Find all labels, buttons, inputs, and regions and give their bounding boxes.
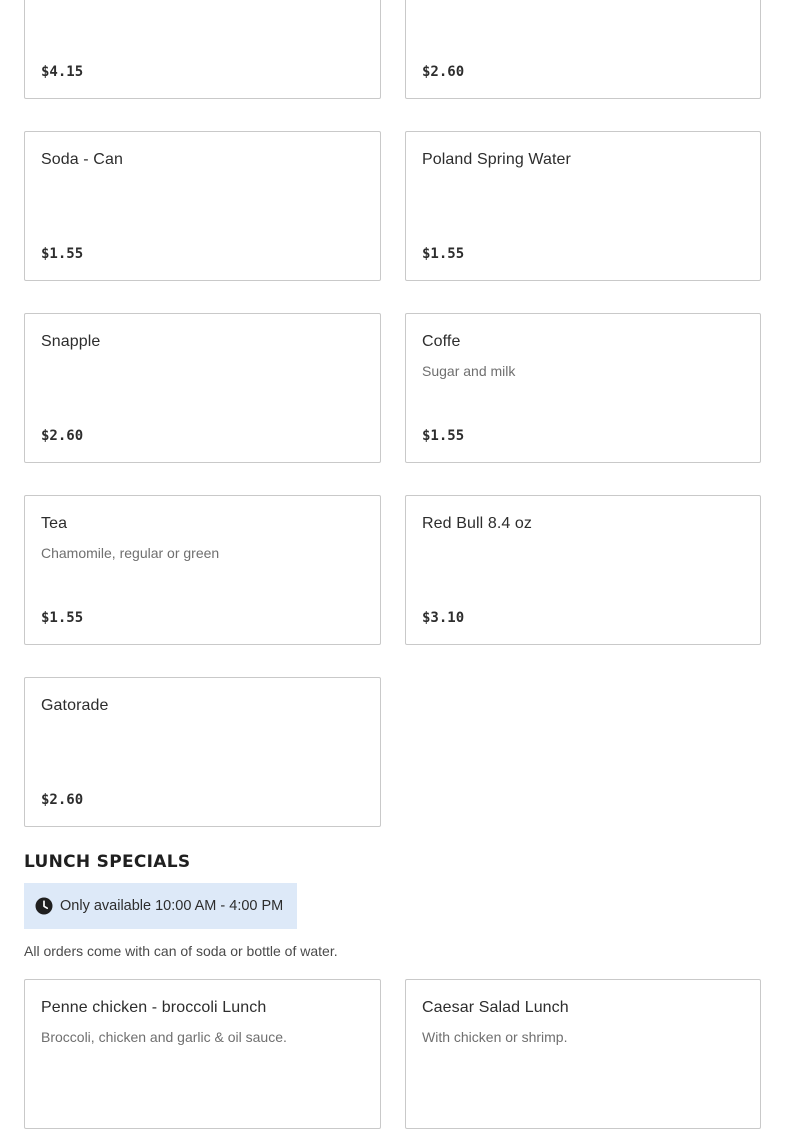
menu-item-card[interactable]: $2.60 [405, 0, 761, 99]
menu-item-card[interactable]: Coffe Sugar and milk $1.55 [405, 313, 761, 463]
availability-banner: Only available 10:00 AM - 4:00 PM [24, 883, 297, 929]
menu-item-description: With chicken or shrimp. [422, 1029, 568, 1045]
menu-item-name: Penne chicken - broccoli Lunch [41, 999, 267, 1016]
menu-item-name: Tea [41, 515, 68, 532]
menu-item-card[interactable]: Gatorade $2.60 [24, 677, 381, 827]
menu-item-name: Coffe [422, 333, 461, 350]
menu-item-name: Soda - Can [41, 151, 123, 168]
menu-item-price: $4.15 [41, 64, 84, 80]
menu-item-name: Gatorade [41, 697, 109, 714]
menu-item-price: $2.60 [422, 64, 465, 80]
menu-item-card[interactable]: Penne chicken - broccoli Lunch Broccoli,… [24, 979, 381, 1129]
menu-item-card[interactable]: Soda - Can $1.55 [24, 131, 381, 281]
availability-text: Only available 10:00 AM - 4:00 PM [60, 898, 284, 914]
menu-item-price: $1.55 [41, 246, 84, 262]
menu-item-price: $1.55 [41, 610, 84, 626]
menu-item-name: Poland Spring Water [422, 151, 571, 168]
menu-item-description: Broccoli, chicken and garlic & oil sauce… [41, 1029, 287, 1045]
menu-item-name: Red Bull 8.4 oz [422, 515, 533, 532]
section-note: All orders come with can of soda or bott… [24, 943, 338, 959]
menu-item-card[interactable]: Red Bull 8.4 oz $3.10 [405, 495, 761, 645]
menu-item-price: $2.60 [41, 428, 84, 444]
clock-icon [35, 897, 53, 915]
menu-item-price: $1.55 [422, 246, 465, 262]
menu-item-card[interactable]: Tea Chamomile, regular or green $1.55 [24, 495, 381, 645]
menu-item-price: $3.10 [422, 610, 465, 626]
menu-item-card[interactable]: Poland Spring Water $1.55 [405, 131, 761, 281]
drinks-menu-grid: $4.15 $2.60 Soda - Can $1.55 Poland Spri… [24, 0, 761, 827]
menu-item-price: $2.60 [41, 792, 84, 808]
menu-item-card[interactable]: $4.15 [24, 0, 381, 99]
menu-item-price: $1.55 [422, 428, 465, 444]
menu-item-description: Chamomile, regular or green [41, 545, 220, 561]
menu-item-description: Sugar and milk [422, 363, 516, 379]
menu-item-card[interactable]: Snapple $2.60 [24, 313, 381, 463]
menu-item-name: Snapple [41, 333, 101, 350]
lunch-specials-grid: Penne chicken - broccoli Lunch Broccoli,… [24, 979, 761, 1129]
section-title-lunch-specials: LUNCH SPECIALS [24, 852, 191, 872]
menu-item-name: Caesar Salad Lunch [422, 999, 569, 1016]
menu-item-card[interactable]: Caesar Salad Lunch With chicken or shrim… [405, 979, 761, 1129]
